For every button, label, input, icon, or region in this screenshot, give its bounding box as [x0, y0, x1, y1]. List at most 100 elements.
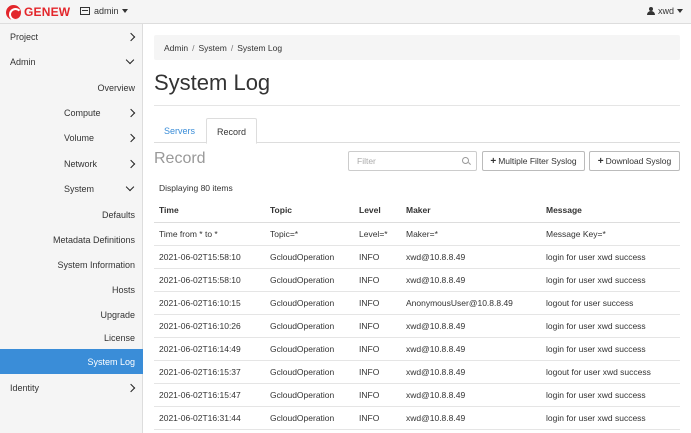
sidebar-item-label: License	[103, 332, 135, 343]
title-divider	[154, 105, 680, 106]
table-row[interactable]: 2021-06-02T15:58:10 GcloudOperation INFO xw…	[154, 268, 680, 292]
cell-time: 2021-06-02T16:10:15	[154, 291, 265, 315]
filter-maker[interactable]: Maker=*	[401, 222, 541, 246]
cell-time: 2021-06-02T16:15:37	[154, 360, 265, 384]
logo-icon	[6, 4, 21, 20]
user-dropdown[interactable]: xwd	[646, 6, 683, 16]
cell-maker: xwd@10.8.8.49	[401, 360, 541, 384]
sidebar-item-label: Hosts	[111, 284, 135, 295]
multiple-filter-syslog-button[interactable]: + Multiple Filter Syslog	[482, 151, 585, 171]
cell-time: 2021-06-02T16:14:49	[154, 337, 265, 361]
filter-input[interactable]	[349, 152, 459, 170]
filter-topic[interactable]: Topic=*	[265, 222, 354, 246]
sidebar-item-system-log[interactable]: System Log	[0, 349, 143, 374]
sidebar-item-label: Metadata Definitions	[52, 234, 135, 245]
breadcrumb-current: System Log	[237, 43, 283, 53]
brand-logo[interactable]: GENEW	[6, 4, 70, 20]
cell-topic: GcloudOperation	[265, 383, 354, 407]
filter-field	[348, 151, 477, 171]
cell-topic: GcloudOperation	[265, 291, 354, 315]
sidebar-item-hosts[interactable]: Hosts	[0, 277, 143, 302]
cell-time: 2021-06-02T15:58:10	[154, 245, 265, 269]
cell-maker: xwd@10.8.8.49	[401, 245, 541, 269]
sidebar-item-defaults[interactable]: Defaults	[0, 202, 143, 227]
sidebar-item-system[interactable]: System	[0, 176, 143, 201]
filter-time[interactable]: Time from * to *	[154, 222, 265, 246]
chevron-right-icon	[126, 108, 136, 117]
sidebar-item-metadata-definitions[interactable]: Metadata Definitions	[0, 227, 143, 252]
chevron-down-icon	[125, 55, 135, 65]
sidebar-item-label: System Information	[57, 259, 135, 270]
sidebar-item-label: Network	[64, 158, 98, 169]
column-header-time[interactable]: Time	[154, 199, 265, 223]
filter-level[interactable]: Level=*	[354, 222, 401, 246]
breadcrumb-separator: /	[192, 43, 195, 53]
breadcrumb-separator: /	[230, 43, 234, 53]
breadcrumb-system[interactable]: System	[198, 43, 226, 53]
top-navbar: GENEW admin xwd	[0, 0, 691, 24]
table-header-row: Time Topic Level Maker Message	[154, 199, 680, 223]
project-dropdown[interactable]: admin	[80, 6, 128, 16]
sidebar-item-system-information[interactable]: System Information	[0, 252, 143, 277]
filter-row: Time from * to * Topic=* Level=* Maker=*…	[154, 222, 680, 246]
chevron-right-icon	[126, 159, 136, 168]
section-title: Record	[154, 150, 206, 167]
column-header-maker[interactable]: Maker	[401, 199, 541, 223]
chevron-down-icon	[125, 182, 135, 192]
cell-message: login for user xwd success	[541, 245, 680, 269]
breadcrumb-admin[interactable]: Admin	[164, 43, 188, 53]
cell-level: INFO	[354, 291, 401, 315]
sidebar-item-identity[interactable]: Identity	[0, 375, 143, 400]
cell-level: INFO	[354, 337, 401, 361]
sidebar-item-license[interactable]: License	[0, 325, 143, 350]
table-row[interactable]: 2021-06-02T16:15:37 GcloudOperation INFO xw…	[154, 360, 680, 384]
sidebar-item-upgrade[interactable]: Upgrade	[0, 302, 143, 327]
sidebar-item-project[interactable]: Project	[0, 24, 143, 49]
tab-record[interactable]: Record	[206, 118, 258, 144]
search-icon[interactable]	[462, 157, 469, 164]
cell-topic: GcloudOperation	[265, 245, 354, 269]
cell-maker: xwd@10.8.8.49	[401, 314, 541, 338]
sidebar-item-volume[interactable]: Volume	[0, 125, 143, 150]
table-row[interactable]: 2021-06-02T16:14:49 GcloudOperation INFO xw…	[154, 337, 680, 361]
sidebar-item-label: Identity	[10, 382, 40, 393]
breadcrumb: Admin / System / System Log	[154, 35, 680, 60]
sidebar-item-label: Upgrade	[100, 309, 135, 320]
sidebar-item-compute[interactable]: Compute	[0, 100, 143, 125]
table-row[interactable]: 2021-06-02T16:31:44 GcloudOperation INFO xw…	[154, 406, 680, 430]
cell-level: INFO	[354, 268, 401, 292]
cell-message: login for user xwd success	[541, 314, 680, 338]
sidebar-item-overview[interactable]: Overview	[0, 75, 143, 100]
cell-topic: GcloudOperation	[265, 360, 354, 384]
logo-text: GENEW	[24, 5, 71, 19]
cell-time: 2021-06-02T16:15:47	[154, 383, 265, 407]
sidebar-item-network[interactable]: Network	[0, 151, 143, 176]
table-row[interactable]: 2021-06-02T16:10:26 GcloudOperation INFO xw…	[154, 314, 680, 338]
column-header-message[interactable]: Message	[541, 199, 680, 223]
plus-icon: +	[490, 155, 497, 167]
sidebar-item-admin[interactable]: Admin	[0, 49, 143, 74]
cell-level: INFO	[354, 383, 401, 407]
cell-level: INFO	[354, 314, 401, 338]
project-icon	[80, 7, 90, 15]
cell-maker: xwd@10.8.8.49	[401, 383, 541, 407]
button-label: Download Syslog	[605, 156, 672, 166]
cell-level: INFO	[354, 360, 401, 384]
table-row[interactable]: 2021-06-02T16:15:47 GcloudOperation INFO xw…	[154, 383, 680, 407]
filter-message[interactable]: Message Key=*	[541, 222, 680, 246]
cell-maker: xwd@10.8.8.49	[401, 406, 541, 430]
table-row[interactable]: 2021-06-02T15:58:10 GcloudOperation INFO xw…	[154, 245, 680, 269]
plus-icon: +	[597, 155, 604, 167]
column-header-topic[interactable]: Topic	[265, 199, 354, 223]
download-syslog-button[interactable]: + Download Syslog	[589, 151, 680, 171]
table-row[interactable]: 2021-06-02T16:10:15 GcloudOperation INFO An…	[154, 291, 680, 315]
cell-message: logout for user success	[541, 291, 680, 315]
sidebar-item-label: System Log	[87, 356, 135, 367]
button-label: Multiple Filter Syslog	[498, 156, 577, 166]
caret-down-icon	[121, 9, 128, 13]
user-icon	[646, 7, 655, 15]
caret-down-icon	[677, 9, 683, 13]
column-header-level[interactable]: Level	[354, 199, 401, 223]
tab-servers[interactable]: Servers	[154, 118, 205, 143]
cell-topic: GcloudOperation	[265, 268, 354, 292]
